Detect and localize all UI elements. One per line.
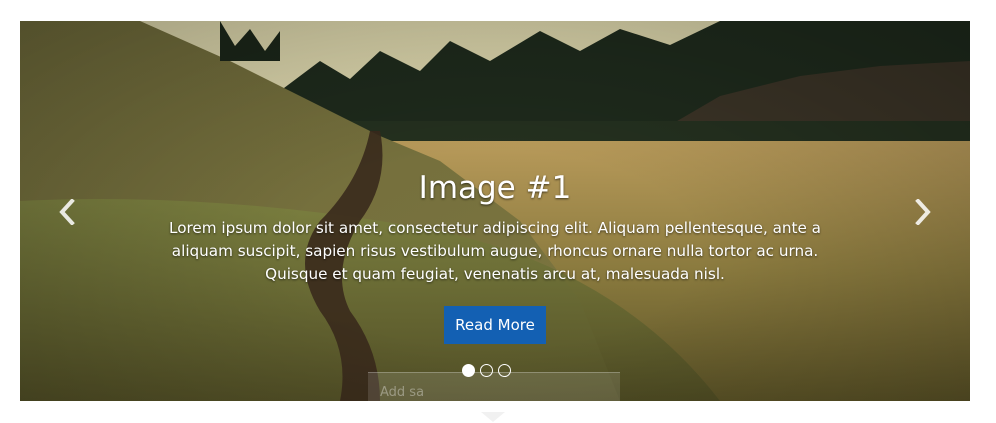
slide-title: Image #1 (418, 170, 572, 206)
next-slide-button[interactable] (908, 197, 938, 227)
previous-slide-button[interactable] (52, 197, 82, 227)
slide-caption: Image #1 Lorem ipsum dolor sit amet, con… (160, 169, 830, 344)
chevron-right-icon (915, 199, 931, 225)
overlay-input-panel: Add sa (368, 372, 620, 413)
read-more-button[interactable]: Read More (444, 306, 546, 344)
slide-description: Lorem ipsum dolor sit amet, consectetur … (169, 219, 821, 283)
overlay-notch (481, 412, 505, 422)
page: Image #1 Lorem ipsum dolor sit amet, con… (0, 0, 996, 423)
image-carousel: Image #1 Lorem ipsum dolor sit amet, con… (20, 21, 970, 401)
overlay-placeholder: Add sa (380, 385, 425, 400)
chevron-left-icon (59, 199, 75, 225)
